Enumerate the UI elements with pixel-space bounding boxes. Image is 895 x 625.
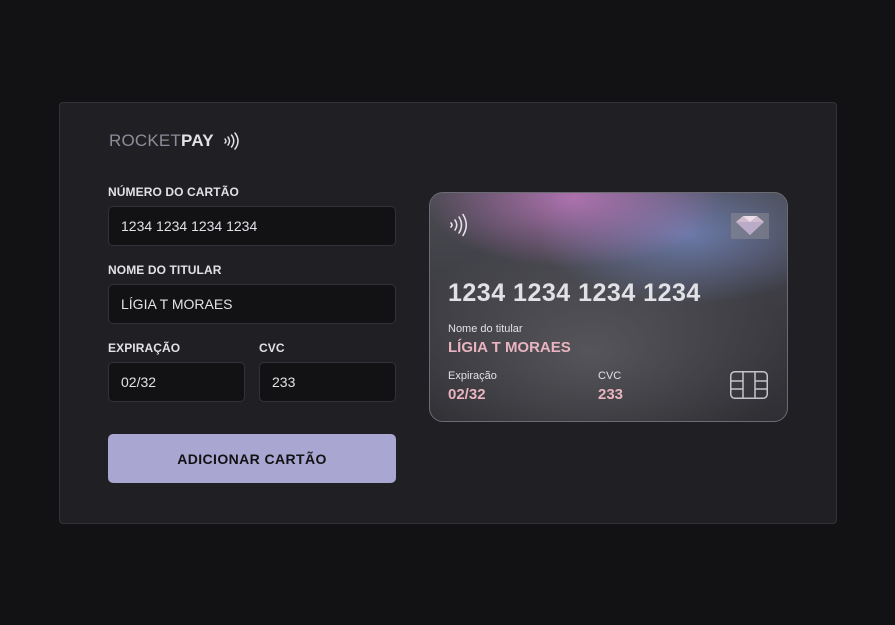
card-preview-number: 1234 1234 1234 1234 bbox=[448, 279, 701, 307]
logo-text-rocket: ROCKET bbox=[109, 131, 182, 150]
add-card-button[interactable]: ADICIONAR CARTÃO bbox=[108, 434, 396, 483]
cvc-input[interactable] bbox=[259, 362, 396, 402]
card-preview: 1234 1234 1234 1234 Nome do titular LÍGI… bbox=[429, 192, 788, 422]
card-brand-gem-icon bbox=[731, 213, 769, 244]
nfc-contactless-icon bbox=[448, 213, 470, 242]
cvc-label: CVC bbox=[259, 341, 285, 355]
card-preview-holder-label: Nome do titular bbox=[448, 323, 523, 335]
card-number-input[interactable] bbox=[108, 206, 396, 246]
rocketpay-logo: ROCKET PAY bbox=[109, 131, 242, 151]
expiry-label: EXPIRAÇÃO bbox=[108, 341, 181, 355]
card-preview-expiry-label: Expiração bbox=[448, 370, 497, 382]
nfc-contactless-icon bbox=[222, 131, 242, 151]
card-preview-cvc-value: 233 bbox=[598, 386, 624, 403]
expiry-input[interactable] bbox=[108, 362, 245, 402]
add-card-panel: ROCKETPAY NÚMERO DO CARTÃO NOME DO TITUL… bbox=[59, 102, 837, 524]
card-number-label: NÚMERO DO CARTÃO bbox=[108, 185, 239, 199]
logo-text-pay: PAY bbox=[181, 131, 214, 150]
chip-icon bbox=[730, 371, 768, 404]
card-preview-holder-value: LÍGIA T MORAES bbox=[448, 339, 571, 356]
card-holder-label: NOME DO TITULAR bbox=[108, 263, 222, 277]
card-preview-cvc-label: CVC bbox=[598, 370, 622, 382]
card-preview-expiry-value: 02/32 bbox=[448, 386, 486, 403]
card-holder-input[interactable] bbox=[108, 284, 396, 324]
